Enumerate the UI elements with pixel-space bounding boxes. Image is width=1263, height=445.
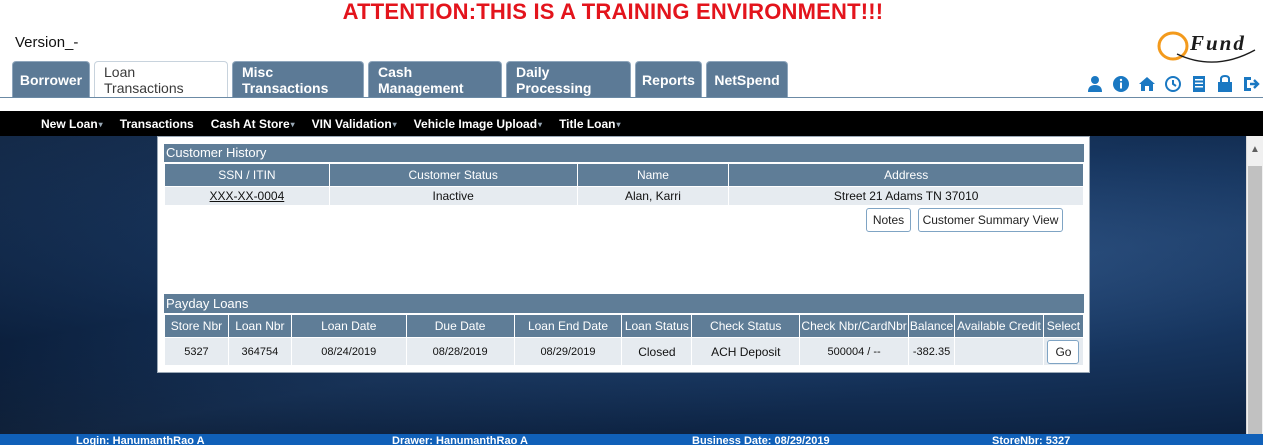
- caret-down-icon: ▾: [616, 119, 621, 129]
- column-header-store-nbr: Store Nbr: [164, 314, 229, 338]
- logo-text: Fund: [1190, 31, 1246, 55]
- home-icon[interactable]: [1137, 74, 1157, 94]
- footer-drawer: Drawer: HanumanthRao A: [392, 435, 528, 445]
- subnav-label: Cash At Store: [210, 116, 290, 131]
- column-header-balance: Balance: [908, 314, 956, 338]
- available-credit-cell: [954, 337, 1044, 366]
- tab-cash-management[interactable]: Cash Management: [368, 61, 502, 97]
- column-header-due-date: Due Date: [405, 314, 515, 338]
- table-row: 5327 364754 08/24/2019 08/28/2019 08/29/…: [164, 337, 1085, 366]
- vertical-scrollbar[interactable]: ▲: [1246, 136, 1263, 434]
- go-button[interactable]: Go: [1047, 339, 1080, 364]
- main-panel: Customer History SSN / ITIN Customer Sta…: [157, 136, 1090, 373]
- training-banner: ATTENTION:THIS IS A TRAINING ENVIRONMENT…: [342, 0, 884, 24]
- footer-store-nbr: StoreNbr: 5327: [992, 435, 1071, 445]
- main-tabs: Borrower Loan Transactions Misc Transact…: [12, 61, 792, 97]
- scroll-up-arrow-icon[interactable]: ▲: [1247, 144, 1263, 158]
- tab-borrower[interactable]: Borrower: [12, 61, 90, 97]
- tab-loan-transactions[interactable]: Loan Transactions: [94, 61, 228, 97]
- customer-name-cell: Alan, Karri: [576, 186, 730, 206]
- subnav-vehicle-image-upload[interactable]: Vehicle Image Upload▾: [414, 117, 542, 131]
- column-header-loan-end-date: Loan End Date: [513, 314, 623, 338]
- subnav-new-loan[interactable]: New Loan▾: [41, 117, 103, 131]
- table-header-row: SSN / ITIN Customer Status Name Address: [164, 163, 1084, 187]
- customer-status-cell: Inactive: [328, 186, 578, 206]
- ssn-link[interactable]: XXX-XX-0004: [210, 189, 285, 203]
- loan-end-date-cell: 08/29/2019: [513, 337, 623, 366]
- tab-daily-processing[interactable]: Daily Processing: [506, 61, 631, 97]
- app-header: ATTENTION:THIS IS A TRAINING ENVIRONMENT…: [0, 0, 1263, 98]
- column-header-loan-date: Loan Date: [290, 314, 407, 338]
- table-header-row: Store Nbr Loan Nbr Loan Date Due Date Lo…: [164, 314, 1085, 338]
- subnav-cash-at-store[interactable]: Cash At Store▾: [211, 117, 295, 131]
- caret-down-icon: ▾: [538, 119, 543, 129]
- document-icon[interactable]: [1189, 74, 1209, 94]
- check-status-cell: ACH Deposit: [691, 337, 801, 366]
- tab-reports[interactable]: Reports: [635, 61, 702, 97]
- info-icon[interactable]: [1111, 74, 1131, 94]
- subnav-label: New Loan: [41, 116, 98, 131]
- loan-status-cell: Closed: [621, 337, 693, 366]
- customer-address-cell: Street 21 Adams TN 37010: [728, 186, 1084, 206]
- column-header-name: Name: [576, 163, 730, 187]
- subnav-label: VIN Validation: [311, 116, 392, 131]
- column-header-loan-status: Loan Status: [621, 314, 693, 338]
- subnav-title-loan[interactable]: Title Loan▾: [559, 117, 620, 131]
- subnav-label: Title Loan: [559, 116, 616, 131]
- footer-business-date: Business Date: 08/29/2019: [692, 435, 830, 445]
- check-nbr-cell: 500004 / --: [799, 337, 910, 366]
- column-header-check-status: Check Status: [691, 314, 801, 338]
- header-divider: [0, 97, 1263, 98]
- column-header-check-nbr: Check Nbr/CardNbr: [799, 314, 910, 338]
- footer-login: Login: HanumanthRao A: [76, 435, 205, 445]
- store-nbr-cell: 5327: [164, 337, 229, 366]
- balance-cell: -382.35: [908, 337, 956, 366]
- subnav-transactions[interactable]: Transactions: [120, 117, 194, 131]
- version-label: Version_-: [15, 34, 79, 51]
- column-header-available-credit: Available Credit: [954, 314, 1044, 338]
- subnav-label: Transactions: [119, 116, 194, 131]
- customer-history-title: Customer History: [164, 144, 1084, 162]
- ssn-cell: XXX-XX-0004: [164, 186, 330, 206]
- subnav-label: Vehicle Image Upload: [413, 116, 538, 131]
- header-icon-bar: [1085, 74, 1261, 94]
- tab-misc-transactions[interactable]: Misc Transactions: [232, 61, 364, 97]
- clock-icon[interactable]: [1163, 74, 1183, 94]
- loan-date-cell: 08/24/2019: [290, 337, 407, 366]
- sub-navigation: New Loan▾ Transactions Cash At Store▾ VI…: [0, 111, 1263, 136]
- column-header-address: Address: [728, 163, 1084, 187]
- table-row: XXX-XX-0004 Inactive Alan, Karri Street …: [164, 186, 1084, 206]
- user-icon[interactable]: [1085, 74, 1105, 94]
- loan-nbr-cell: 364754: [227, 337, 292, 366]
- customer-history-table: SSN / ITIN Customer Status Name Address …: [164, 163, 1084, 206]
- lock-icon[interactable]: [1215, 74, 1235, 94]
- select-cell: Go: [1042, 337, 1085, 366]
- caret-down-icon: ▾: [392, 119, 397, 129]
- status-footer: Login: HanumanthRao A Drawer: HanumanthR…: [0, 434, 1263, 445]
- payday-loans-title: Payday Loans: [164, 294, 1084, 313]
- logout-icon[interactable]: [1241, 74, 1261, 94]
- tab-netspend[interactable]: NetSpend: [706, 61, 788, 97]
- payday-loans-table: Store Nbr Loan Nbr Loan Date Due Date Lo…: [164, 314, 1085, 366]
- subnav-vin-validation[interactable]: VIN Validation▾: [312, 117, 397, 131]
- caret-down-icon: ▾: [290, 119, 295, 129]
- caret-down-icon: ▾: [98, 119, 103, 129]
- column-header-ssn: SSN / ITIN: [164, 163, 330, 187]
- column-header-select: Select: [1042, 314, 1085, 338]
- customer-summary-view-button[interactable]: Customer Summary View: [918, 208, 1063, 232]
- column-header-loan-nbr: Loan Nbr: [227, 314, 292, 338]
- due-date-cell: 08/28/2019: [405, 337, 515, 366]
- column-header-customer-status: Customer Status: [328, 163, 578, 187]
- scroll-thumb[interactable]: [1248, 166, 1262, 434]
- notes-button[interactable]: Notes: [866, 208, 911, 232]
